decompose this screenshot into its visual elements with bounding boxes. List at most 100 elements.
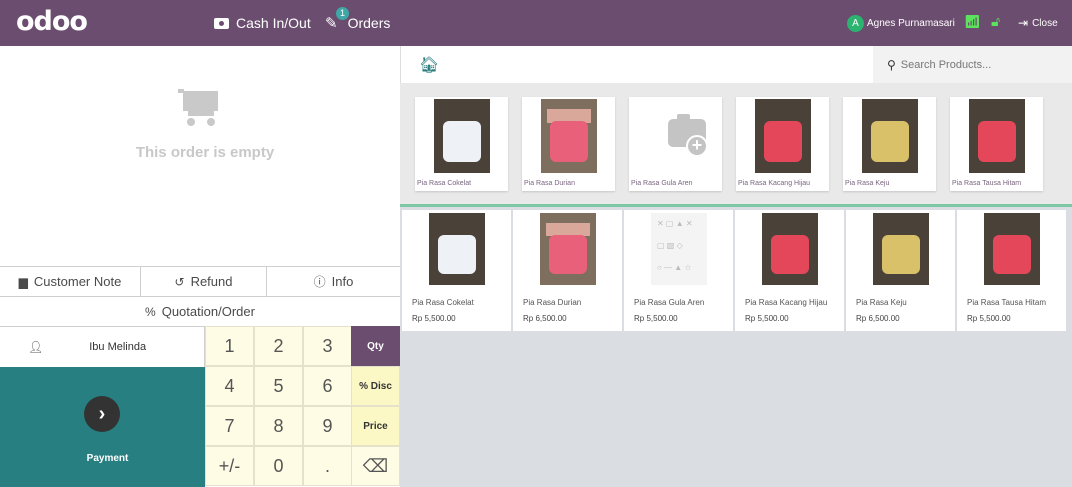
cashier-name[interactable]: Agnes Purnamasari	[867, 0, 955, 46]
pia-image	[969, 99, 1025, 173]
orders-label: Orders	[347, 15, 391, 31]
numpad-key-5[interactable]: 5	[254, 366, 303, 406]
pia-image	[541, 99, 597, 173]
category-label: Pia Rasa Durian	[524, 180, 575, 187]
cash-icon	[214, 17, 229, 29]
plus-minus-key[interactable]: +/-	[205, 446, 254, 486]
quotation-order-button[interactable]: % Quotation/Order	[0, 297, 400, 326]
orders-count-badge: 1	[336, 7, 349, 20]
search-icon: ⚲	[887, 57, 896, 72]
user-avatar[interactable]: A	[847, 15, 864, 32]
numpad-panel: 👤︎ Ibu Melinda › Payment 1 2 3 Qty 4 5 6…	[0, 326, 400, 487]
numpad-key-1[interactable]: 1	[205, 326, 254, 366]
info-icon: ⓘ	[313, 275, 326, 289]
refund-button[interactable]: ↺ Refund	[141, 267, 267, 296]
category-tile[interactable]: Pia Rasa Kacang Hijau	[736, 97, 829, 191]
search-products-field[interactable]: ⚲ Search Products...	[873, 46, 1072, 83]
category-label: Pia Rasa Keju	[845, 180, 890, 187]
customer-button[interactable]: 👤︎ Ibu Melinda	[0, 326, 205, 367]
quotation-order-label: Quotation/Order	[161, 304, 255, 319]
orders-button[interactable]: ✎ 1 Orders	[325, 0, 390, 46]
product-name: Pia Rasa Gula Aren	[634, 298, 705, 307]
product-card[interactable]: Pia Rasa Tausa Hitam Rp 5,500.00	[957, 210, 1066, 331]
camera-placeholder-icon: +	[648, 99, 708, 173]
close-button[interactable]: ⇥ Close	[1018, 0, 1058, 46]
numpad-key-4[interactable]: 4	[205, 366, 254, 406]
product-card[interactable]: Pia Rasa Kacang Hijau Rp 5,500.00	[735, 210, 844, 331]
pia-image	[429, 213, 485, 285]
pia-image	[755, 99, 811, 173]
product-name: Pia Rasa Kacang Hijau	[745, 298, 828, 307]
numpad-key-6[interactable]: 6	[303, 366, 352, 406]
category-label: Pia Rasa Kacang Hijau	[738, 180, 810, 187]
image-placeholder-icon: ✕ ▢ ▲ ✕ ▢ ▧ ◇ ○ — ▲ ☆	[651, 213, 707, 285]
customer-name: Ibu Melinda	[89, 341, 147, 353]
user-icon: 👤︎	[28, 340, 44, 354]
product-list: Pia Rasa Cokelat Rp 5,500.00 Pia Rasa Du…	[400, 207, 1072, 487]
product-card[interactable]: Pia Rasa Durian Rp 6,500.00	[513, 210, 622, 331]
search-placeholder: Search Products...	[900, 58, 992, 71]
order-panel: This order is empty	[0, 46, 400, 266]
category-tile[interactable]: + Pia Rasa Gula Aren	[629, 97, 722, 191]
close-label: Close	[1032, 17, 1058, 29]
category-tile[interactable]: Pia Rasa Cokelat	[415, 97, 508, 191]
pia-image	[434, 99, 490, 173]
product-price: Rp 5,500.00	[412, 314, 456, 323]
backspace-icon[interactable]: ⌫	[351, 446, 400, 486]
odoo-logo: odoo	[16, 6, 88, 37]
numpad-key-3[interactable]: 3	[303, 326, 352, 366]
product-name: Pia Rasa Durian	[523, 298, 582, 307]
category-label: Pia Rasa Gula Aren	[631, 180, 693, 187]
product-price: Rp 5,500.00	[634, 314, 678, 323]
price-mode-button[interactable]: Price	[351, 406, 400, 446]
product-card[interactable]: Pia Rasa Keju Rp 6,500.00	[846, 210, 955, 331]
product-price: Rp 5,500.00	[967, 314, 1011, 323]
undo-icon: ↺	[174, 274, 185, 289]
order-control-row: ▆ Customer Note ↺ Refund ⓘ Info	[0, 266, 400, 296]
tickets-icon: ✎ 1	[325, 7, 349, 32]
numpad-key-2[interactable]: 2	[254, 326, 303, 366]
category-label: Pia Rasa Tausa Hitam	[952, 180, 1022, 187]
customer-note-button[interactable]: ▆ Customer Note	[0, 267, 141, 296]
discount-mode-button[interactable]: % Disc	[351, 366, 400, 406]
numpad-key-0[interactable]: 0	[254, 446, 303, 486]
category-tile[interactable]: Pia Rasa Keju	[843, 97, 936, 191]
pia-image	[540, 213, 596, 285]
cash-in-out-button[interactable]: Cash In/Out	[214, 0, 311, 46]
cash-in-out-label: Cash In/Out	[236, 15, 311, 31]
decimal-key[interactable]: .	[303, 446, 352, 486]
quotation-row: % Quotation/Order	[0, 296, 400, 326]
category-tile[interactable]: Pia Rasa Tausa Hitam	[950, 97, 1043, 191]
product-card[interactable]: ✕ ▢ ▲ ✕ ▢ ▧ ◇ ○ — ▲ ☆ Pia Rasa Gula Aren…	[624, 210, 733, 331]
product-name: Pia Rasa Keju	[856, 298, 907, 307]
home-icon[interactable]: 🏠︎	[419, 55, 439, 75]
product-card[interactable]: Pia Rasa Cokelat Rp 5,500.00	[402, 210, 511, 331]
percent-icon: %	[145, 304, 156, 319]
numpad-key-9[interactable]: 9	[303, 406, 352, 446]
category-list: Pia Rasa Cokelat Pia Rasa Durian + Pia R…	[400, 83, 1072, 207]
refund-label: Refund	[190, 274, 233, 289]
qty-mode-button[interactable]: Qty	[351, 326, 400, 366]
chevron-right-icon: ›	[84, 396, 120, 432]
customer-note-label: Customer Note	[33, 274, 122, 289]
category-tile[interactable]: Pia Rasa Durian	[522, 97, 615, 191]
unlock-icon[interactable]: 🔓︎	[991, 13, 1000, 30]
payment-button[interactable]: › Payment	[0, 367, 205, 487]
numpad-key-8[interactable]: 8	[254, 406, 303, 446]
wifi-icon[interactable]: 📶︎	[964, 14, 981, 30]
pia-image	[862, 99, 918, 173]
empty-order-text: This order is empty	[135, 144, 275, 161]
category-label: Pia Rasa Cokelat	[417, 180, 472, 187]
pia-image	[984, 213, 1040, 285]
payment-label: Payment	[86, 453, 129, 464]
product-price: Rp 6,500.00	[523, 314, 567, 323]
note-icon: ▆	[18, 274, 28, 289]
info-button[interactable]: ⓘ Info	[267, 267, 400, 296]
top-bar: odoo Cash In/Out ✎ 1 Orders A Agnes Purn…	[0, 0, 1072, 46]
product-search-bar: 🏠︎ ⚲ Search Products...	[400, 46, 1072, 83]
pia-image	[873, 213, 929, 285]
product-price: Rp 5,500.00	[745, 314, 789, 323]
numpad-key-7[interactable]: 7	[205, 406, 254, 446]
product-name: Pia Rasa Tausa Hitam	[967, 298, 1046, 307]
shopping-cart-icon	[178, 89, 218, 126]
